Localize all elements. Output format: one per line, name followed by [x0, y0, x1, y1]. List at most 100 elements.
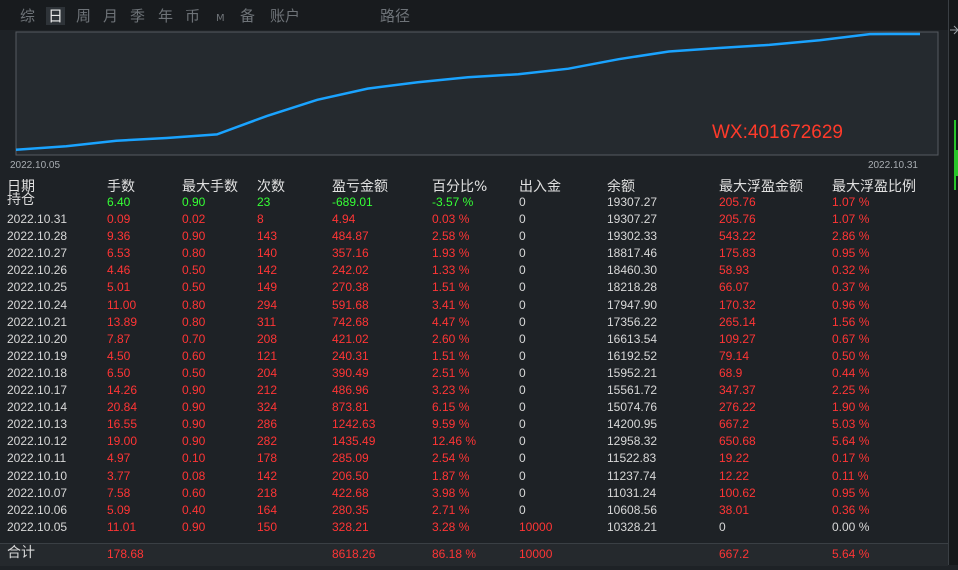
row-flow: 0 — [519, 451, 526, 466]
header-pnl[interactable]: 盈亏金额 — [332, 176, 388, 196]
header-max-float[interactable]: 最大浮盈金额 — [719, 176, 803, 196]
row-max-lots: 0.90 — [182, 383, 206, 397]
row-lots: 6.53 — [107, 246, 131, 261]
period-tab-bar: 综 日 周 月 季 年 币 M 备 账户 路径 — [0, 0, 948, 30]
row-date: 2022.10.26 — [7, 263, 68, 278]
row-max-float: 79.14 — [719, 348, 750, 363]
row-date: 2022.10.18 — [7, 365, 68, 380]
row-max-float-pct: 5.64 % — [832, 434, 870, 449]
tab-year[interactable]: 年 — [158, 7, 173, 25]
row-pnl: 1435.49 — [332, 434, 376, 449]
header-flow[interactable]: 出入金 — [519, 176, 561, 196]
row-flow: 0 — [519, 212, 526, 226]
row-flow: 0 — [519, 417, 526, 432]
row-max-float-pct: 0.96 % — [832, 297, 870, 312]
tab-currency[interactable]: 币 — [185, 7, 200, 25]
row-count: 324 — [257, 400, 278, 415]
row-flow: 0 — [519, 263, 526, 278]
row-date: 2022.10.05 — [7, 519, 68, 534]
row-balance: 15952.21 — [607, 365, 658, 380]
tab-month[interactable]: 月 — [103, 7, 118, 25]
row-pct: 3.28 % — [432, 519, 470, 534]
row-count: 218 — [257, 485, 278, 500]
row-max-float: 205.76 — [719, 212, 756, 226]
row-balance: 17947.90 — [607, 297, 658, 312]
row-max-float: 66.07 — [719, 280, 750, 295]
row-lots: 13.89 — [107, 314, 138, 329]
row-count: 150 — [257, 519, 278, 534]
row-date: 2022.10.10 — [7, 468, 68, 483]
row-max-float: 265.14 — [719, 314, 756, 329]
row-max-lots: 0.90 — [182, 519, 206, 534]
row-balance: 18218.28 — [607, 280, 658, 295]
header-max-float-pct[interactable]: 最大浮盈比例 — [832, 176, 916, 196]
totals-max-float-pct: 5.64 % — [832, 547, 870, 561]
row-lots: 20.84 — [107, 400, 138, 415]
row-max-float-pct: 0.67 % — [832, 331, 870, 346]
tab-account[interactable]: 账户 — [270, 7, 300, 25]
row-max-float-pct: 0.36 % — [832, 502, 870, 517]
row-flow: 0 — [519, 434, 526, 449]
row-lots: 5.09 — [107, 502, 131, 517]
totals-lots: 178.68 — [107, 547, 144, 561]
row-date: 2022.10.25 — [7, 280, 68, 295]
row-pnl: 206.50 — [332, 468, 369, 483]
row-pct: 3.98 % — [432, 485, 470, 500]
row-pnl: 591.68 — [332, 297, 369, 312]
row-pnl: 873.81 — [332, 400, 369, 415]
row-count: 121 — [257, 348, 278, 363]
scroll-arrow-icon — [950, 25, 958, 35]
tab-week[interactable]: 周 — [76, 7, 91, 25]
tab-backup[interactable]: 备 — [240, 7, 255, 25]
row-date: 2022.10.28 — [7, 229, 68, 244]
row-balance: 18460.30 — [607, 263, 658, 278]
row-pct: 2.58 % — [432, 229, 470, 244]
row-max-float-pct: 0.17 % — [832, 451, 870, 466]
row-pct: 12.46 % — [432, 434, 477, 449]
tab-m[interactable]: M — [216, 10, 225, 28]
row-pct: 1.33 % — [432, 263, 470, 278]
row-lots: 0.09 — [107, 212, 131, 226]
row-max-lots: 0.40 — [182, 502, 206, 517]
row-max-float: 667.2 — [719, 417, 750, 432]
position-label: 持仓 — [7, 192, 35, 208]
x-end-label: 2022.10.31 — [868, 160, 918, 171]
tab-day[interactable]: 日 — [46, 7, 66, 25]
row-balance: 11031.24 — [607, 485, 657, 500]
row-lots: 11.01 — [107, 519, 137, 534]
header-max-lots[interactable]: 最大手数 — [182, 176, 238, 196]
header-lots[interactable]: 手数 — [107, 176, 135, 196]
header-percent[interactable]: 百分比% — [432, 176, 487, 196]
row-flow: 0 — [519, 348, 526, 363]
header-balance[interactable]: 余额 — [607, 176, 635, 196]
row-max-float: 38.01 — [719, 502, 750, 517]
tab-summary[interactable]: 综 — [20, 7, 35, 25]
x-start-label: 2022.10.05 — [10, 160, 60, 171]
row-max-float: 12.22 — [719, 468, 750, 483]
row-balance: 10608.56 — [607, 502, 658, 517]
row-date: 2022.10.19 — [7, 348, 68, 363]
row-max-float-pct: 0.11 % — [832, 468, 869, 483]
row-max-float: 68.9 — [719, 365, 743, 380]
row-date: 2022.10.14 — [7, 400, 68, 415]
position-lots: 6.40 — [107, 195, 131, 209]
row-count: 142 — [257, 468, 278, 483]
header-count[interactable]: 次数 — [257, 176, 285, 196]
row-max-float: 543.22 — [719, 229, 756, 244]
row-pct: 9.59 % — [432, 417, 470, 432]
position-max-float: 205.76 — [719, 195, 756, 209]
row-max-lots: 0.08 — [182, 468, 206, 483]
tab-quarter[interactable]: 季 — [130, 7, 145, 25]
right-edge-panel — [948, 0, 958, 565]
row-balance: 16192.52 — [607, 348, 658, 363]
row-max-float-pct: 0.00 % — [832, 519, 870, 534]
row-pct: 4.47 % — [432, 314, 470, 329]
row-date: 2022.10.31 — [7, 212, 68, 226]
row-count: 311 — [257, 314, 277, 329]
row-pnl: 240.31 — [332, 348, 369, 363]
row-flow: 0 — [519, 314, 526, 329]
row-flow: 0 — [519, 365, 526, 380]
row-flow: 10000 — [519, 519, 553, 534]
tab-path[interactable]: 路径 — [380, 7, 410, 25]
row-balance: 14200.95 — [607, 417, 658, 432]
